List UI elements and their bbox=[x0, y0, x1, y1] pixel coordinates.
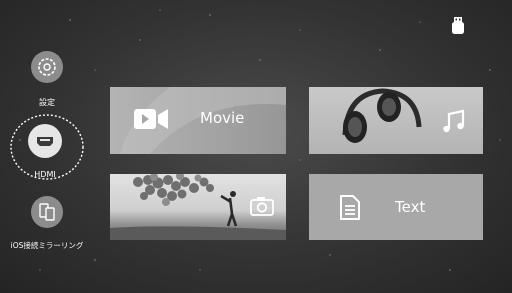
mirroring-button-circle[interactable] bbox=[31, 196, 63, 228]
video-camera-icon bbox=[134, 109, 168, 129]
home-screen: 設定 HDMI iOS接続ミラーリング Movie Text bbox=[0, 0, 512, 293]
sidebar-item-label: iOS接続ミラーリング bbox=[10, 241, 84, 250]
tile-text[interactable]: Text bbox=[309, 174, 483, 240]
hdmi-button-circle[interactable] bbox=[28, 124, 62, 158]
sidebar-item-label: 設定 bbox=[39, 98, 55, 107]
settings-button-circle[interactable] bbox=[31, 51, 63, 83]
sidebar-item-label: HDMI bbox=[34, 170, 56, 179]
tile-photo[interactable] bbox=[110, 174, 286, 240]
tile-text-label: Text bbox=[395, 198, 426, 216]
gear-icon bbox=[38, 58, 56, 76]
hdmi-icon bbox=[37, 137, 53, 146]
mirroring-icon bbox=[39, 203, 55, 221]
camera-icon bbox=[250, 197, 274, 216]
document-icon bbox=[340, 195, 360, 220]
tile-music[interactable] bbox=[309, 87, 483, 154]
usb-icon bbox=[452, 17, 464, 34]
tile-movie-label: Movie bbox=[200, 109, 245, 127]
music-note-icon bbox=[443, 109, 465, 133]
tile-movie[interactable]: Movie bbox=[110, 87, 286, 154]
